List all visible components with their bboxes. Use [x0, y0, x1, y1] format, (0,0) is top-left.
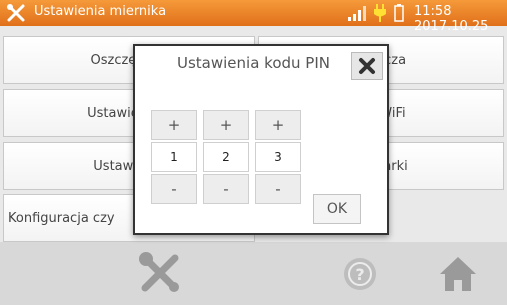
- status-bar: Ustawienia miernika 11:58 2017.10.25: [0, 0, 507, 34]
- pin-settings-dialog: Ustawienia kodu PIN + + + 1 2 3 - - - OK: [133, 44, 389, 235]
- home-icon[interactable]: [438, 254, 478, 294]
- tools-icon[interactable]: [6, 3, 26, 23]
- digit-1-increment-button[interactable]: +: [151, 110, 197, 140]
- signal-icon: [348, 6, 366, 21]
- plug-icon: [374, 4, 386, 22]
- clock: 11:58 2017.10.25: [414, 4, 489, 34]
- pin-digit-3: 3: [255, 142, 301, 172]
- digit-3-increment-button[interactable]: +: [255, 110, 301, 140]
- screen-title: Ustawienia miernika: [34, 4, 167, 19]
- digit-2-increment-button[interactable]: +: [203, 110, 249, 140]
- bottom-toolbar: ?: [0, 242, 507, 305]
- dialog-title: Ustawienia kodu PIN: [177, 54, 330, 72]
- tools-icon[interactable]: [137, 250, 183, 296]
- close-button[interactable]: [351, 52, 383, 80]
- svg-text:?: ?: [355, 265, 364, 284]
- menu-button-label: Konfiguracja czy: [8, 210, 115, 226]
- digit-3-decrement-button[interactable]: -: [255, 174, 301, 204]
- battery-icon: [394, 4, 404, 22]
- pin-digit-2: 2: [203, 142, 249, 172]
- digit-1-decrement-button[interactable]: -: [151, 174, 197, 204]
- digit-2-decrement-button[interactable]: -: [203, 174, 249, 204]
- help-icon[interactable]: ?: [342, 256, 378, 292]
- pin-digit-1: 1: [151, 142, 197, 172]
- close-icon: [359, 58, 375, 74]
- ok-button[interactable]: OK: [313, 194, 361, 224]
